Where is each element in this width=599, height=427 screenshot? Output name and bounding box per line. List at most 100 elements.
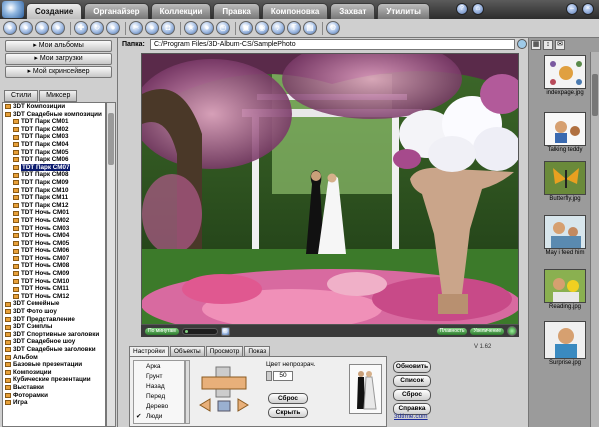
tree-item[interactable]: TDT Ночь СМ02 (3, 217, 105, 225)
folder-path-field[interactable]: C:/Program Files/3D-Album-CS/SamplePhoto (150, 39, 515, 50)
tree-item[interactable]: Фоторамки (3, 392, 105, 400)
text-icon[interactable]: T (287, 21, 301, 35)
browse-folder-icon[interactable] (517, 39, 527, 49)
layer-option[interactable]: Грунт (146, 372, 163, 382)
slider-knob[interactable] (184, 329, 188, 333)
zoom-button[interactable]: Увеличение (470, 327, 504, 335)
camera-icon[interactable]: ◉ (255, 21, 269, 35)
tab-organizer[interactable]: Органайзер (84, 3, 149, 19)
tree-item[interactable]: TDT Парк СМ09 (3, 179, 105, 187)
thumbnail-item[interactable]: Surprise.jpg (544, 321, 586, 366)
refresh-button[interactable]: Обновить (393, 361, 431, 373)
list-button[interactable]: Список (393, 375, 431, 387)
layer-option[interactable]: Дерево (146, 402, 168, 412)
tree-item[interactable]: Альбом (3, 354, 105, 362)
move-icon[interactable]: ✚ (74, 21, 88, 35)
tree-item[interactable]: TDT Парк СМ11 (3, 194, 105, 202)
sound-icon[interactable]: ♪ (271, 21, 285, 35)
settings-icon[interactable]: ⚙ (326, 21, 340, 35)
reset-button[interactable]: Сброс (268, 393, 308, 404)
mail-icon[interactable]: ✉ (555, 40, 565, 50)
tree-item[interactable]: TDT Ночь СМ07 (3, 255, 105, 263)
view-icon[interactable]: ▦ (531, 40, 541, 50)
play-icon[interactable] (507, 326, 517, 336)
layer-option[interactable]: Арка (146, 362, 161, 372)
thumbnail-item[interactable]: Reading.jpg (544, 269, 586, 310)
scrollbar-thumb[interactable] (592, 74, 598, 116)
frame-icon[interactable]: ▣ (239, 21, 253, 35)
tree-item[interactable]: TDT Ночь СМ04 (3, 232, 105, 240)
home-icon[interactable]: ⌂ (472, 3, 484, 15)
transform-arrows-icon[interactable] (194, 365, 254, 415)
tree-item[interactable]: 3DT Композиции (3, 103, 105, 111)
tab-styles[interactable]: Стили (4, 90, 39, 102)
tree-item[interactable]: 3DT Свадебное шоу (3, 338, 105, 346)
tab-create[interactable]: Создание (26, 3, 83, 19)
crop-icon[interactable]: ◘ (161, 21, 175, 35)
tree-item[interactable]: 3DT Свадебные заголовки (3, 346, 105, 354)
tab-mixer[interactable]: Миксер (39, 90, 78, 102)
thumbnail-item[interactable]: indexpage.jpg (544, 55, 586, 96)
globe-icon[interactable]: ● (35, 21, 49, 35)
new-icon[interactable]: ● (3, 21, 17, 35)
tree-item[interactable]: TDT Парк СМ05 (3, 149, 105, 157)
smooth-button[interactable]: Плавность (436, 327, 468, 335)
thumbnail-scrollbar[interactable] (590, 52, 599, 427)
zoom-icon[interactable]: ● (106, 21, 120, 35)
style-tree[interactable]: 3DT Композиции 3DT Свадебные композиции TD… (2, 102, 106, 427)
rotate-icon[interactable]: ↻ (90, 21, 104, 35)
close-icon[interactable]: × (582, 3, 594, 15)
tree-item[interactable]: 3DT Фото шоу (3, 308, 105, 316)
time-slider[interactable] (181, 327, 218, 335)
tree-item[interactable]: TDT Ночь СМ05 (3, 240, 105, 248)
layer-option[interactable]: Перед (146, 392, 165, 402)
tree-item[interactable]: TDT Парк СМ03 (3, 133, 105, 141)
tree-item[interactable]: TDT Парк СМ07 (3, 163, 105, 172)
opacity-spinner[interactable] (266, 371, 272, 381)
thumbnail-item[interactable]: May i feed him (544, 215, 586, 256)
tree-item[interactable]: TDT Парк СМ06 (3, 156, 105, 164)
tab-layout[interactable]: Компоновка (261, 3, 329, 19)
tree-item[interactable]: TDT Ночь СМ10 (3, 278, 105, 286)
color-icon[interactable]: ● (200, 21, 214, 35)
tree-item[interactable]: TDT Парк СМ01 (3, 118, 105, 126)
my-downloads-button[interactable]: ▸ Мои загрузки (5, 53, 112, 65)
thumbnail-item[interactable]: Butterfly.jpg (544, 161, 586, 202)
open-icon[interactable]: ● (19, 21, 33, 35)
tree-item[interactable]: TDT Ночь СМ06 (3, 247, 105, 255)
save-icon[interactable]: ● (51, 21, 65, 35)
effects-icon[interactable]: ★ (184, 21, 198, 35)
cut-icon[interactable]: ✂ (129, 21, 143, 35)
tab-capture[interactable]: Захват (330, 3, 376, 19)
tree-item[interactable]: Базовые презентации (3, 361, 105, 369)
layer-option[interactable]: Назад (146, 382, 165, 392)
minimize-icon[interactable]: – (566, 3, 578, 15)
thumbnail-item[interactable]: Talking teddy (544, 112, 586, 153)
tree-item[interactable]: TDT Парк СМ02 (3, 126, 105, 134)
tab-edit[interactable]: Правка (213, 3, 260, 19)
tree-item[interactable]: TDT Ночь СМ03 (3, 225, 105, 233)
tree-scrollbar[interactable] (106, 102, 116, 427)
preview-photo[interactable] (141, 53, 519, 325)
tab-collections[interactable]: Коллекции (150, 3, 212, 19)
tree-item[interactable]: Игра (3, 399, 105, 407)
tree-item[interactable]: TDT Парк СМ04 (3, 141, 105, 149)
scrollbar-thumb[interactable] (108, 113, 114, 165)
tree-item[interactable]: 3DT Семейные (3, 300, 105, 308)
tree-item[interactable]: 3DT Представление (3, 316, 105, 324)
opacity-field[interactable]: 50 (273, 371, 293, 381)
tree-item[interactable]: TDT Ночь СМ01 (3, 209, 105, 217)
layer-list-scrollbar[interactable] (185, 360, 190, 424)
help-icon[interactable]: ? (456, 3, 468, 15)
tree-item[interactable]: Кубические презентации (3, 376, 105, 384)
layer-option[interactable]: Люди (146, 412, 162, 422)
tree-item[interactable]: 3DT Свадебные композиции (3, 111, 105, 119)
gallery-icon[interactable]: ▤ (303, 21, 317, 35)
tree-item[interactable]: TDT Ночь СМ09 (3, 270, 105, 278)
by-time-button[interactable]: По минутам (145, 327, 179, 335)
paste-icon[interactable]: ● (145, 21, 159, 35)
reset-button-2[interactable]: Сброс (393, 389, 431, 401)
tree-item[interactable]: TDT Ночь СМ08 (3, 262, 105, 270)
my-albums-button[interactable]: ▸ Мои альбомы (5, 40, 112, 52)
tab-utilities[interactable]: Утилиты (377, 3, 430, 19)
